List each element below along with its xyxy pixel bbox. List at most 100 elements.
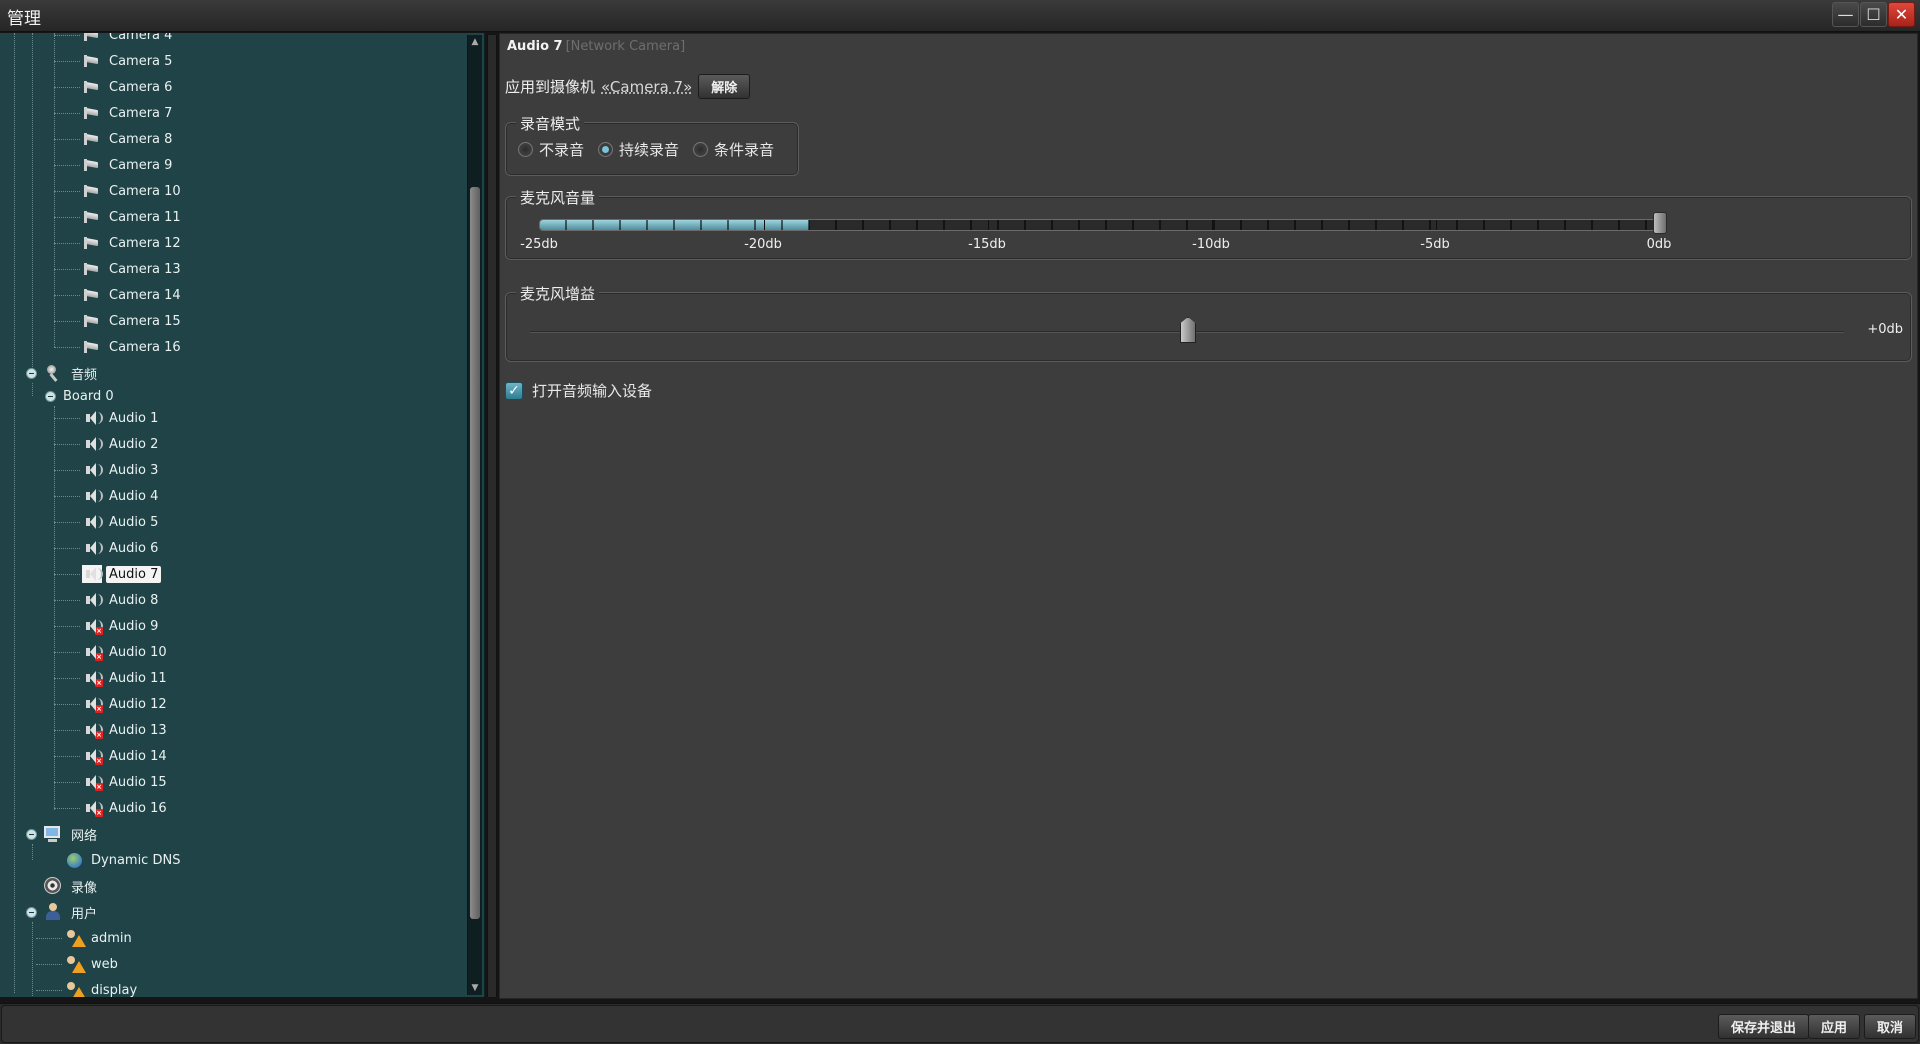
apply-button[interactable]: 应用 (1808, 1014, 1861, 1039)
tree-item-audio[interactable]: × Audio 10 (82, 642, 170, 662)
mic-gain-slider-thumb[interactable] (1180, 317, 1196, 343)
tree-item-camera[interactable]: Camera 12 (82, 233, 184, 253)
tree-item-dynamic-dns[interactable]: Dynamic DNS (64, 850, 183, 870)
volume-segments (540, 220, 1660, 230)
radio-no-record[interactable]: 不录音 (518, 139, 584, 160)
tree-item-camera[interactable]: Camera 13 (82, 259, 184, 279)
minimize-button[interactable]: — (1832, 2, 1859, 27)
tree-item-user[interactable]: web (64, 954, 121, 974)
tree-item-audio[interactable]: × Audio 16 (82, 798, 170, 818)
cancel-button[interactable]: 取消 (1864, 1014, 1917, 1039)
tree-connector (54, 782, 80, 783)
record-mode-legend: 录音模式 (516, 113, 585, 134)
sound-wave-icon (97, 542, 103, 554)
sound-wave-icon (97, 594, 103, 606)
tree-item-audio[interactable]: Audio 6 (82, 538, 161, 558)
tree-item-audio[interactable]: × Audio 13 (82, 720, 170, 740)
film-reel-icon (42, 876, 64, 896)
mic-volume-slider-thumb[interactable] (1653, 212, 1667, 234)
radio-dot[interactable] (518, 142, 533, 157)
tree-group-recording[interactable]: 录像 (42, 876, 100, 896)
tree-connector (54, 87, 80, 88)
tree-item-camera[interactable]: Camera 6 (82, 77, 175, 97)
tree-item-audio[interactable]: × Audio 15 (82, 772, 170, 792)
radio-dot[interactable] (693, 142, 709, 157)
config-tree[interactable]: Camera 4 Camera 5 Camera 6 Camera 7 Camera 8… (0, 33, 485, 997)
tree-item-camera[interactable]: Camera 14 (82, 285, 184, 305)
record-mode-group: 录音模式 不录音 持续录音 条件录音 (505, 113, 799, 176)
tree-item-audio[interactable]: Audio 4 (82, 486, 161, 506)
tree-connector (54, 470, 80, 471)
collapse-toggle-icon[interactable] (26, 829, 37, 840)
tree-item-label: Camera 5 (109, 53, 173, 69)
camera-icon (82, 338, 102, 356)
camera-link[interactable]: «Camera 7» (601, 78, 692, 96)
volume-tick-label: -25db (520, 237, 558, 252)
scroll-thumb[interactable] (470, 187, 480, 919)
collapse-toggle-icon[interactable] (26, 907, 37, 918)
close-button[interactable]: ✕ (1888, 2, 1915, 27)
tree-connector (54, 574, 80, 575)
tree-scrollbar[interactable]: ▲ ▼ (467, 35, 482, 995)
tree-item-board[interactable]: Board 0 (60, 386, 117, 406)
tree-group-users[interactable]: 用户 (42, 902, 100, 922)
tree-item-audio[interactable]: Audio 2 (82, 434, 161, 454)
detail-title: Audio 7 [Network Camera] (507, 39, 685, 54)
tree-item-label: Dynamic DNS (91, 852, 181, 868)
tree-item-audio[interactable]: Audio 3 (82, 460, 161, 480)
tree-item-label: 音频 (71, 367, 98, 383)
scroll-up-icon[interactable]: ▲ (470, 37, 480, 47)
tree-item-camera[interactable]: Camera 11 (82, 207, 184, 227)
tree-item-audio-selected[interactable]: Audio 7 (82, 564, 162, 584)
tree-item-camera[interactable]: Camera 16 (82, 337, 184, 357)
tree-group-network[interactable]: 网络 (42, 824, 100, 844)
tree-item-audio[interactable]: × Audio 14 (82, 746, 170, 766)
tree-item-user[interactable]: display (64, 980, 140, 997)
panel-splitter[interactable] (487, 35, 497, 997)
unbind-button[interactable]: 解除 (698, 74, 751, 99)
speaker-icon: × (82, 721, 103, 739)
speaker-icon (82, 409, 103, 427)
tree-item-audio[interactable]: Audio 8 (82, 590, 161, 610)
speaker-icon (82, 565, 103, 583)
tree-item-camera[interactable]: Camera 7 (82, 103, 175, 123)
tree-item-label: Audio 4 (109, 488, 159, 504)
tree-item-label: Audio 5 (109, 514, 159, 530)
window-title: 管理 (7, 9, 41, 29)
tree-item-audio[interactable]: Audio 1 (82, 408, 161, 428)
volume-tick-label: -5db (1420, 237, 1450, 252)
enable-audio-input-checkbox[interactable]: ✓ (505, 381, 523, 400)
tree-connector (54, 165, 80, 166)
tree-item-audio[interactable]: Audio 5 (82, 512, 161, 532)
camera-icon (82, 104, 102, 122)
maximize-button[interactable]: ☐ (1860, 2, 1887, 27)
radio-label: 条件录音 (714, 141, 775, 159)
tree-item-label: Audio 13 (109, 722, 167, 738)
tree-item-audio[interactable]: × Audio 9 (82, 616, 161, 636)
radio-conditional-record[interactable]: 条件录音 (693, 139, 774, 160)
tree-item-label: Camera 8 (109, 131, 173, 147)
tree-item-audio[interactable]: × Audio 12 (82, 694, 170, 714)
tree-group-audio[interactable]: 音频 (42, 363, 100, 383)
tree-item-camera[interactable]: Camera 5 (82, 51, 175, 71)
radio-continuous-record[interactable]: 持续录音 (598, 139, 679, 160)
collapse-toggle-icon[interactable] (26, 368, 37, 379)
collapse-toggle-icon[interactable] (45, 391, 56, 402)
tree-connector (54, 444, 80, 445)
tree-item-camera[interactable]: Camera 15 (82, 311, 184, 331)
tree-item-user[interactable]: admin (64, 928, 135, 948)
tree-item-camera[interactable]: Camera 4 (82, 33, 175, 45)
tree-item-audio[interactable]: × Audio 11 (82, 668, 170, 688)
tree-item-camera[interactable]: Camera 8 (82, 129, 175, 149)
enable-audio-input-label: 打开音频输入设备 (532, 382, 653, 400)
radio-dot-selected[interactable] (598, 142, 614, 157)
tree-item-camera[interactable]: Camera 10 (82, 181, 184, 201)
speaker-icon: × (82, 617, 103, 635)
enable-audio-input-row[interactable]: ✓ 打开音频输入设备 (505, 380, 652, 401)
tree-item-camera[interactable]: Camera 9 (82, 155, 175, 175)
volume-tick-label: 0db (1646, 237, 1672, 252)
scroll-down-icon[interactable]: ▼ (470, 983, 480, 993)
save-exit-button[interactable]: 保存并退出 (1718, 1014, 1810, 1039)
error-icon: × (95, 705, 103, 713)
mic-volume-meter[interactable] (539, 219, 1661, 231)
